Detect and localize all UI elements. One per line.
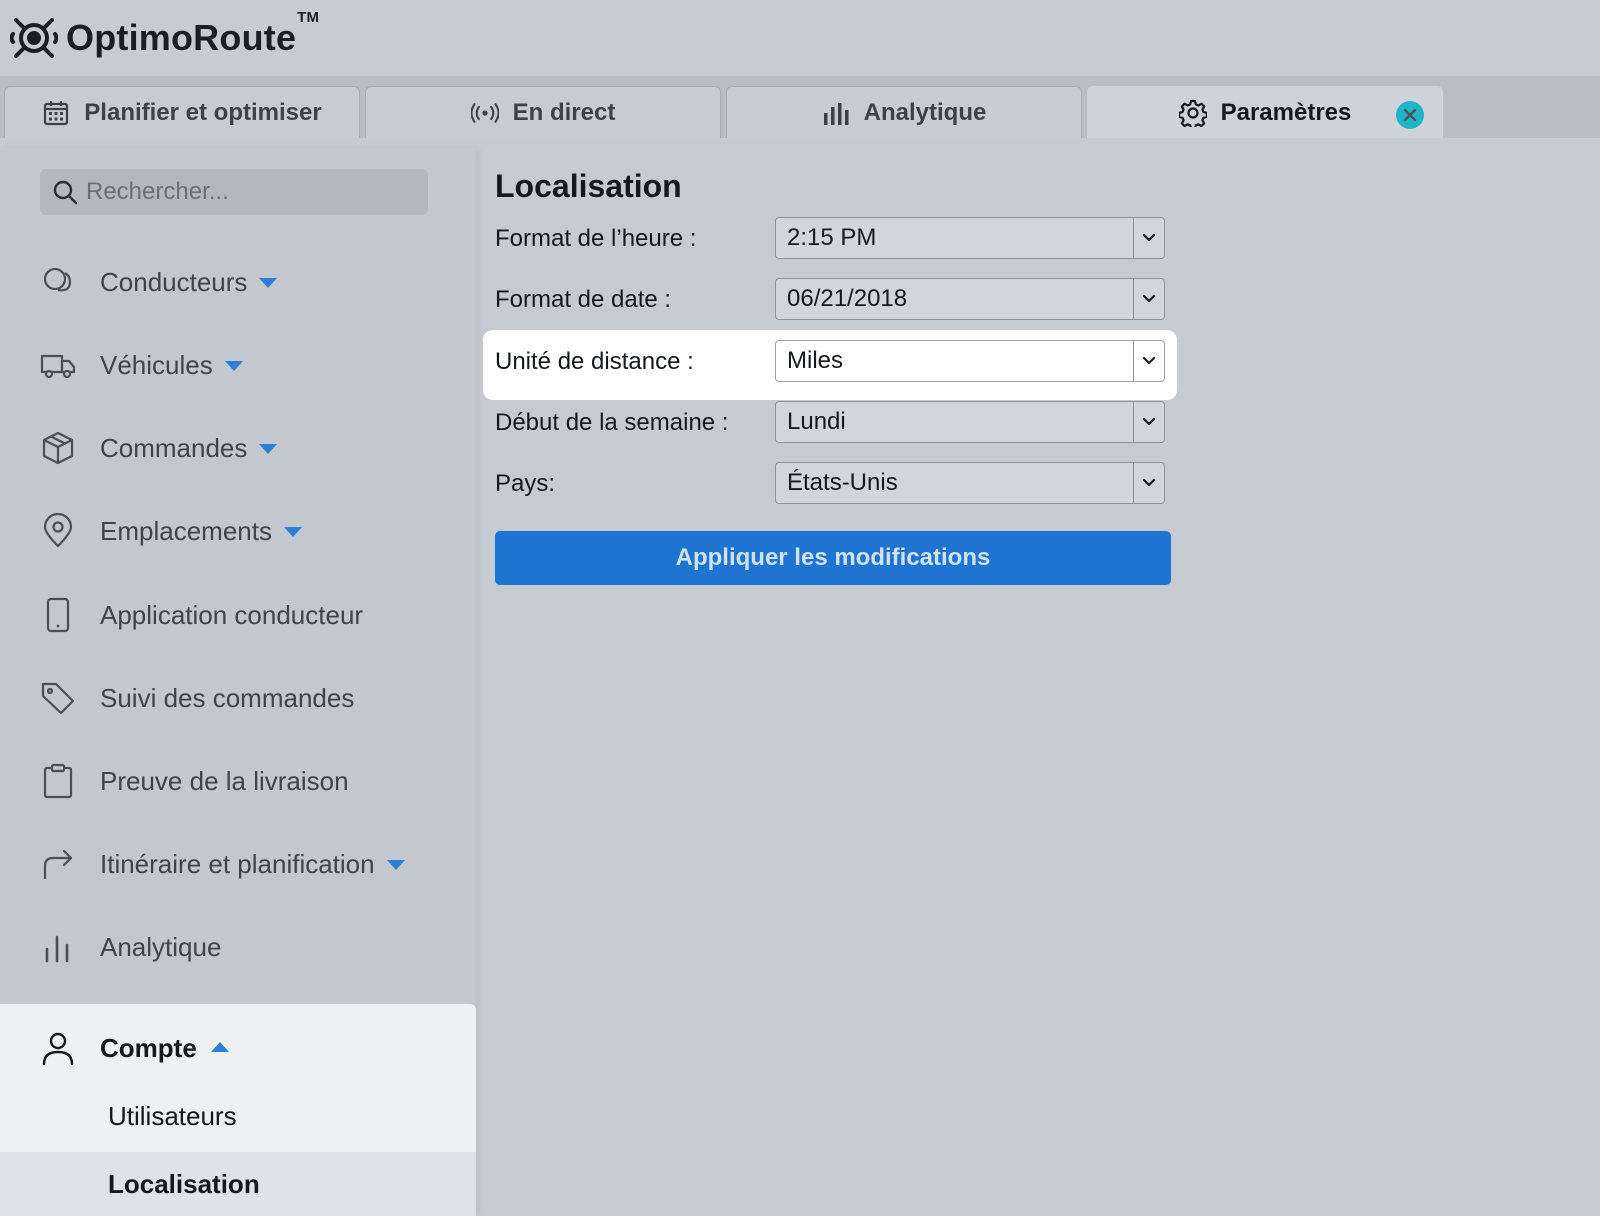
optimoroute-logo-icon <box>10 18 58 58</box>
page-title: Localisation <box>495 168 682 204</box>
date-format-select[interactable]: 06/21/2018 <box>775 278 1165 320</box>
caret-down-icon <box>283 527 302 537</box>
time-format-label: Format de l’heure : <box>495 225 697 252</box>
app-header: OptimoRouteTM <box>0 0 1600 76</box>
sidebar-item-suivi-des-commandes[interactable]: Suivi des commandes <box>0 668 476 728</box>
phone-icon <box>46 597 70 633</box>
caret-down-icon <box>224 361 243 371</box>
distance-unit-select[interactable]: Miles <box>775 340 1165 382</box>
tab-label: En direct <box>512 98 616 126</box>
chevron-down-icon <box>1133 341 1164 381</box>
sidebar-item-label: Emplacements <box>100 515 272 546</box>
search-icon <box>53 180 78 205</box>
sidebar-subitem-utilisateurs[interactable]: Utilisateurs <box>0 1084 476 1148</box>
sidebar-item-label: Application conducteur <box>100 599 364 630</box>
country-select[interactable]: États-Unis <box>775 462 1165 504</box>
sidebar-search <box>40 169 428 215</box>
search-input[interactable] <box>86 178 416 206</box>
location-pin-icon <box>43 513 73 548</box>
settings-content: Localisation Format de l’heure : 2:15 PM… <box>476 148 1600 1216</box>
drivers-icon <box>43 267 72 292</box>
chevron-down-icon <box>1133 218 1164 258</box>
sidebar-item-itineraire-et-planification[interactable]: Itinéraire et planification <box>0 834 476 894</box>
sidebar-item-preuve-de-la-livraison[interactable]: Preuve de la livraison <box>0 751 476 811</box>
sidebar-item-label: Compte <box>100 1032 197 1063</box>
caret-down-icon <box>259 444 278 454</box>
route-arrow-icon <box>43 849 73 880</box>
sidebar-item-application-conducteur[interactable]: Application conducteur <box>0 585 476 645</box>
bar-chart-icon <box>45 935 69 963</box>
sidebar-item-conducteurs[interactable]: Conducteurs <box>0 252 476 312</box>
account-section: Compte Utilisateurs Localisation <box>0 1004 476 1216</box>
tab-parametres[interactable]: Paramètres <box>1087 86 1443 138</box>
select-value: Miles <box>787 347 844 374</box>
sidebar-item-vehicules[interactable]: Véhicules <box>0 335 476 395</box>
select-value: 06/21/2018 <box>787 285 908 312</box>
sidebar-item-compte[interactable]: Compte <box>0 1018 476 1078</box>
sidebar-item-label: Véhicules <box>100 349 213 380</box>
close-icon <box>1403 108 1417 122</box>
settings-sidebar: Conducteurs Véhicules Commandes Emplacem… <box>0 148 476 1216</box>
week-start-select[interactable]: Lundi <box>775 401 1165 443</box>
time-format-select[interactable]: 2:15 PM <box>775 217 1165 259</box>
caret-down-icon <box>386 860 405 870</box>
main-tab-bar: Planifier et optimiser En direct Analyti… <box>0 76 1600 138</box>
country-label: Pays: <box>495 470 556 497</box>
bar-chart-icon <box>823 102 849 125</box>
sidebar-item-label: Preuve de la livraison <box>100 765 349 796</box>
select-value: Lundi <box>787 408 846 435</box>
distance-unit-label: Unité de distance : <box>495 348 694 375</box>
sidebar-item-commandes[interactable]: Commandes <box>0 418 476 478</box>
date-format-label: Format de date : <box>495 286 672 313</box>
select-value: 2:15 PM <box>787 224 877 251</box>
chevron-down-icon <box>1133 463 1164 503</box>
calendar-icon <box>44 100 69 125</box>
tab-analytique[interactable]: Analytique <box>726 86 1082 138</box>
sidebar-item-label: Conducteurs <box>100 266 248 297</box>
clipboard-icon <box>43 763 73 799</box>
close-tab-button[interactable] <box>1396 101 1424 129</box>
user-icon <box>42 1032 74 1066</box>
tab-planifier[interactable]: Planifier et optimiser <box>4 86 360 138</box>
select-value: États-Unis <box>787 469 898 496</box>
tag-icon <box>41 682 75 715</box>
tab-en-direct[interactable]: En direct <box>365 86 721 138</box>
box-icon <box>42 431 74 465</box>
truck-icon <box>40 354 76 379</box>
gear-icon <box>1178 99 1207 127</box>
sidebar-item-label: Analytique <box>100 931 222 962</box>
sidebar-item-emplacements[interactable]: Emplacements <box>0 501 476 561</box>
sidebar-item-label: Suivi des commandes <box>100 682 355 713</box>
chevron-down-icon <box>1133 402 1164 442</box>
apply-changes-button[interactable]: Appliquer les modifications <box>495 531 1171 585</box>
caret-down-icon <box>259 278 278 288</box>
week-start-label: Début de la semaine : <box>495 409 729 436</box>
app-name: OptimoRouteTM <box>66 9 320 58</box>
broadcast-icon <box>470 102 499 123</box>
sidebar-subitem-localisation[interactable]: Localisation <box>0 1152 476 1216</box>
tab-label: Planifier et optimiser <box>84 98 322 126</box>
sidebar-item-label: Itinéraire et planification <box>100 848 375 879</box>
tab-label: Analytique <box>863 98 987 126</box>
sidebar-item-label: Commandes <box>100 432 248 463</box>
chevron-down-icon <box>1133 279 1164 319</box>
tab-label: Paramètres <box>1220 98 1352 126</box>
caret-up-icon <box>210 1042 229 1052</box>
sidebar-item-analytique[interactable]: Analytique <box>0 917 476 977</box>
trademark-mark: TM <box>297 9 320 26</box>
